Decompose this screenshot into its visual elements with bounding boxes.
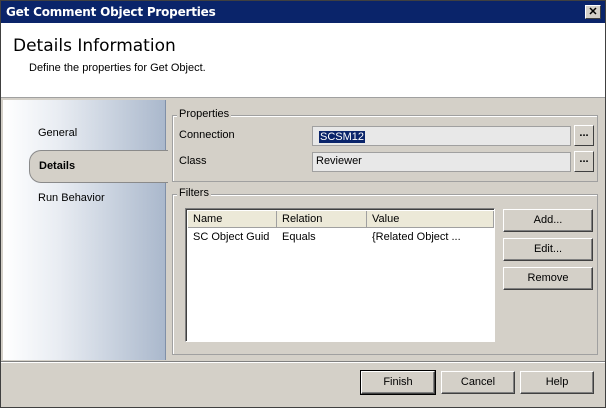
cell-relation: Equals [282,231,316,243]
filters-legend: Filters [177,187,211,199]
connection-browse-button[interactable]: ... [574,125,594,146]
sidebar-item-general[interactable]: General [38,127,77,139]
cancel-button[interactable]: Cancel [441,371,515,394]
page-title: Details Information [13,36,176,56]
column-header-relation[interactable]: Relation [277,211,367,228]
connection-value: SCSM12 [319,131,366,143]
title-bar[interactable]: Get Comment Object Properties ✕ [1,1,605,23]
filters-group: Filters Name Relation Value SC Object Gu… [172,187,598,355]
class-browse-button[interactable]: ... [574,151,594,172]
class-field[interactable]: Reviewer [312,152,571,172]
help-button[interactable]: Help [520,371,594,394]
edit-filter-button[interactable]: Edit... [503,238,593,261]
cell-name: SC Object Guid [193,231,270,243]
connection-field[interactable]: SCSM12 [312,126,571,146]
sidebar-item-details[interactable]: Details [29,150,168,183]
column-header-label: Relation [282,213,323,225]
page-subtitle: Define the properties for Get Object. [29,62,206,74]
column-header-name[interactable]: Name [188,211,277,228]
dialog-window: Get Comment Object Properties ✕ Details … [0,0,606,408]
sidebar-item-run-behavior[interactable]: Run Behavior [38,192,105,204]
close-icon[interactable]: ✕ [585,5,601,19]
class-value: Reviewer [316,155,362,167]
filters-list[interactable]: Name Relation Value SC Object Guid Equal… [185,208,495,342]
footer-divider [1,361,605,363]
column-header-value[interactable]: Value [367,211,494,228]
sidebar: General Details Run Behavior [3,100,168,360]
remove-filter-button[interactable]: Remove [503,267,593,290]
window-title: Get Comment Object Properties [6,5,216,19]
properties-legend: Properties [177,108,232,120]
class-label: Class [179,155,207,167]
add-filter-button[interactable]: Add... [503,209,593,232]
properties-group: Properties Connection SCSM12 ... Class R… [172,108,598,182]
connection-label: Connection [179,129,235,141]
column-header-label: Value [372,213,400,225]
header-panel: Details Information Define the propertie… [1,23,605,98]
sidebar-item-label: Details [39,160,76,172]
cell-value: {Related Object ... [372,231,461,243]
column-header-label: Name [193,213,223,225]
finish-button[interactable]: Finish [360,370,436,395]
